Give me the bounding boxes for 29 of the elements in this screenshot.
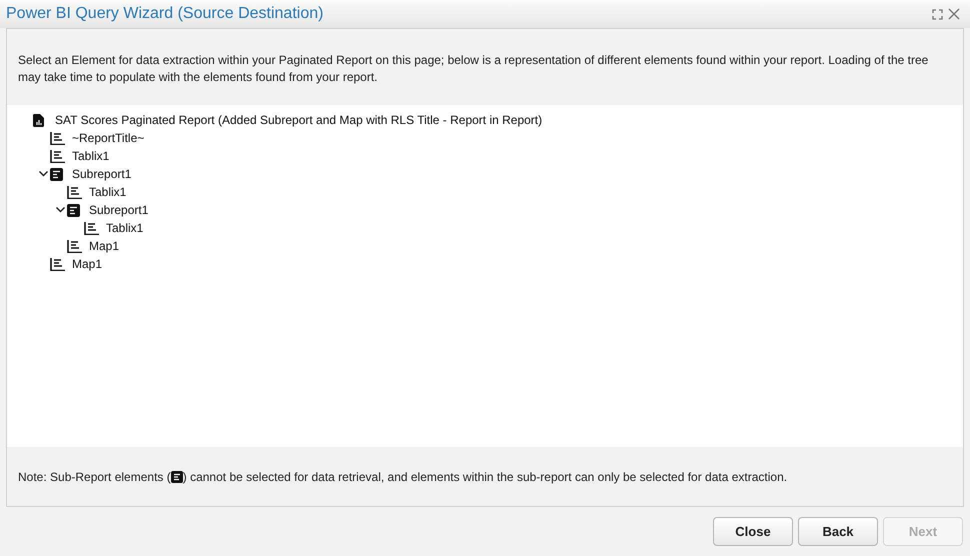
tree-item[interactable]: Tablix1: [106, 219, 144, 237]
list-icon: [50, 150, 65, 162]
tree-item[interactable]: Map1: [72, 255, 102, 273]
subreport-icon: [50, 168, 63, 180]
list-icon: [50, 258, 65, 270]
list-icon: [67, 240, 82, 252]
list-icon: [84, 222, 99, 234]
caret-icon[interactable]: [56, 207, 65, 213]
subreport-icon: [67, 204, 80, 216]
wizard-button[interactable]: Close: [713, 517, 793, 546]
list-icon: [50, 132, 65, 144]
window-title: Power BI Query Wizard (Source Destination): [6, 4, 324, 24]
description-text: Select an Element for data extraction within your Paginated Report on this page; below is a representation of different elements found within your report. Loading of the tree may take time to populate with the elements found from your report.: [18, 52, 930, 86]
tree-item[interactable]: Map1: [89, 237, 120, 255]
subreport-icon: [170, 470, 183, 482]
note-text: ) cannot be selected for data retrieval, and elements within the sub-report can only be selected for data extraction.: [182, 468, 788, 486]
list-icon: [67, 186, 82, 198]
tree-item[interactable]: Tablix1: [89, 183, 126, 201]
note-text: Note: Sub-Report elements (: [18, 468, 171, 486]
tree-item[interactable]: SAT Scores Paginated Report (Added Subreport and Map with RLS Title - Report in Report): [55, 111, 542, 129]
caret-icon[interactable]: [39, 171, 48, 177]
close-icon[interactable]: [948, 8, 960, 20]
tree-item[interactable]: Tablix1: [72, 147, 110, 165]
tree-item[interactable]: Subreport1: [72, 165, 132, 183]
maximize-icon[interactable]: [932, 8, 943, 20]
tree-item[interactable]: ~ReportTitle~: [72, 129, 144, 147]
report-icon: [33, 114, 44, 126]
wizard-button[interactable]: Back: [798, 517, 878, 546]
tree-item[interactable]: Subreport1: [89, 201, 148, 219]
